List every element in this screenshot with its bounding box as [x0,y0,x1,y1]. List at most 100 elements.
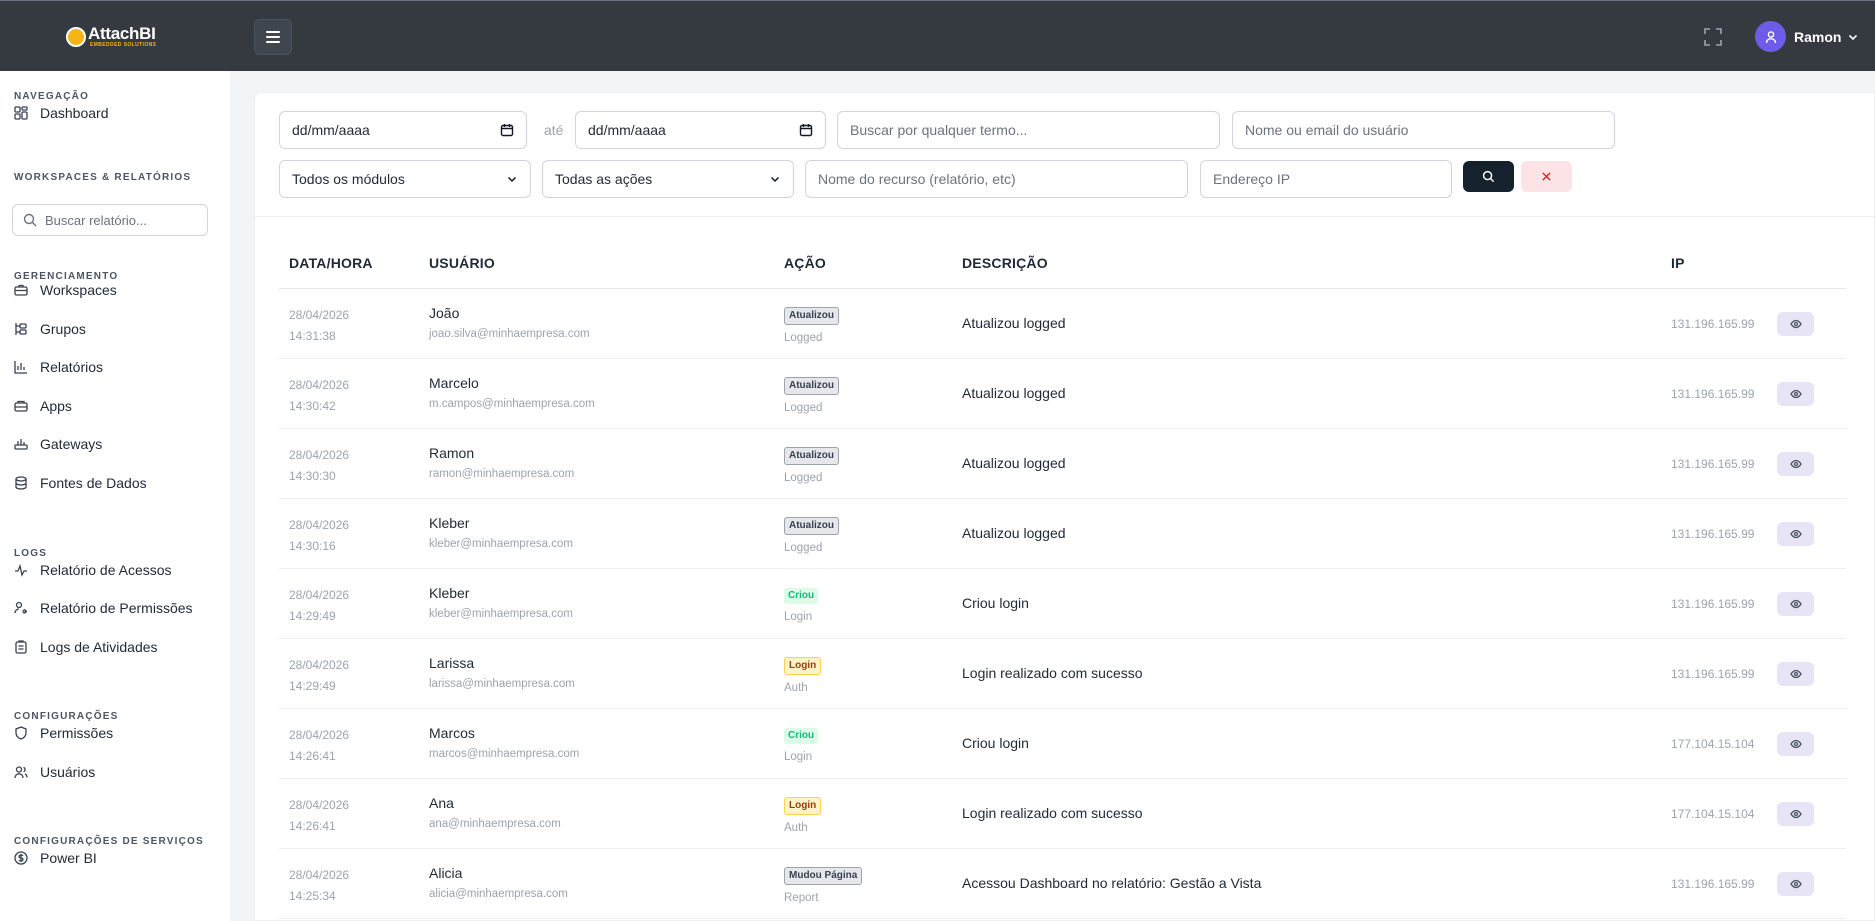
sidebar-item-logs-de-atividades[interactable]: Logs de Atividades [14,639,158,655]
cell-description: Atualizou logged [962,525,1066,541]
sidebar-item-workspaces[interactable]: Workspaces [14,282,117,298]
calendar-icon[interactable] [500,123,514,137]
action-select[interactable]: Todas as ações [542,160,794,198]
sidebar-item-power-bi[interactable]: Power BI [14,850,97,866]
sidebar-item-dashboard[interactable]: Dashboard [14,105,109,121]
view-details-button[interactable] [1777,732,1814,756]
ip-search-input[interactable] [1213,171,1439,187]
chevron-down-icon [770,176,780,183]
sidebar-item-gateways[interactable]: Gateways [14,436,102,452]
user-email: larissa@minhaempresa.com [429,678,575,690]
action-module: Logged [784,402,823,414]
cell-user: João joao.silva@minhaempresa.com [429,303,590,345]
date-text: 28/04/2026 [289,308,350,322]
column-header-user[interactable]: USUÁRIO [429,255,495,271]
cell-ip: 177.104.15.104 [1671,807,1755,821]
calendar-icon[interactable] [799,123,813,137]
column-header-date[interactable]: DATA/HORA [289,255,373,271]
view-details-button[interactable] [1777,592,1814,616]
sidebar-item-label: Power BI [40,850,97,866]
view-details-button[interactable] [1777,452,1814,476]
sidebar-item-usuarios[interactable]: Usuários [14,764,95,780]
user-search-input[interactable] [1245,122,1602,138]
user-search-field[interactable] [1232,111,1615,149]
action-badge: Login [784,797,822,815]
sidebar: NAVEGAÇÃO Dashboard WORKSPACES & RELATÓR… [0,71,230,921]
sidebar-item-label: Permissões [40,725,114,741]
user-email: marcos@minhaempresa.com [429,748,580,760]
sidebar-item-grupos[interactable]: Grupos [14,321,86,337]
action-module: Logged [784,542,823,554]
date-from-value: dd/mm/aaaa [292,122,370,138]
view-details-button[interactable] [1777,522,1814,546]
app-box-icon [14,400,28,412]
module-select[interactable]: Todos os módulos [279,160,531,198]
hierarchy-icon [15,323,27,335]
action-badge: Criou [784,728,819,744]
cell-user: Marcos marcos@minhaempresa.com [429,723,579,765]
view-details-button[interactable] [1777,662,1814,686]
cell-action: Login Auth [784,655,822,698]
cell-ip: 131.196.165.99 [1671,317,1755,331]
date-to-field[interactable]: dd/mm/aaaa [575,111,826,149]
cell-action: Login Auth [784,795,822,838]
table-row: 28/04/2026 14:30:16 Kleber kleber@minhaemp… [279,499,1846,569]
ip-search-field[interactable] [1200,160,1452,198]
sidebar-item-fontes-de-dados[interactable]: Fontes de Dados [14,475,147,491]
resource-search-input[interactable] [818,171,1175,187]
sidebar-item-apps[interactable]: Apps [14,398,72,414]
date-text: 28/04/2026 [289,588,350,602]
cell-ip: 131.196.165.99 [1671,877,1755,891]
clear-filters-button[interactable] [1521,161,1572,192]
module-select-value: Todos os módulos [292,171,405,187]
column-header-action[interactable]: AÇÃO [784,255,826,271]
view-details-button[interactable] [1777,312,1814,336]
column-header-description[interactable]: DESCRIÇÃO [962,255,1048,271]
brand-name: AttachBI [88,24,156,43]
cell-datetime: 28/04/2026 14:30:30 [289,445,349,487]
report-search-field[interactable] [12,204,208,236]
cell-datetime: 28/04/2026 14:29:49 [289,585,349,627]
user-key-icon [14,601,27,614]
activity-logs-card: dd/mm/aaaa até dd/mm/aaaa Todos os módul… [254,92,1875,921]
view-details-button[interactable] [1777,802,1814,826]
time-text: 14:26:41 [289,819,336,833]
report-search-input[interactable] [45,212,195,228]
column-header-ip[interactable]: IP [1671,255,1685,271]
user-email: ramon@minhaempresa.com [429,468,575,480]
sidebar-item-relatorio-de-permissoes[interactable]: Relatório de Permissões [14,600,193,616]
action-badge: Atualizou [784,517,839,535]
action-module: Auth [784,822,808,834]
cell-user: Marcelo m.campos@minhaempresa.com [429,373,595,415]
hamburger-icon[interactable] [254,19,292,55]
table-row: 28/04/2026 14:30:30 Ramon ramon@minhaempre… [279,429,1846,499]
view-details-button[interactable] [1777,382,1814,406]
sidebar-item-permissoes[interactable]: Permissões [14,725,113,741]
cell-ip: 131.196.165.99 [1671,667,1755,681]
dollar-circle-icon [14,851,28,865]
time-text: 14:31:38 [289,329,336,343]
time-text: 14:30:16 [289,539,336,553]
user-menu[interactable]: Ramon [1755,21,1859,52]
briefcase-icon [14,284,28,296]
term-search-input[interactable] [850,122,1207,138]
date-from-field[interactable]: dd/mm/aaaa [279,111,527,149]
section-title-workspaces-relatorios: WORKSPACES & RELATÓRIOS [14,172,192,183]
date-text: 28/04/2026 [289,448,350,462]
view-details-button[interactable] [1777,872,1814,896]
term-search-field[interactable] [837,111,1220,149]
fullscreen-icon[interactable] [1703,27,1723,47]
resource-search-field[interactable] [805,160,1188,198]
cell-datetime: 28/04/2026 14:26:41 [289,795,349,837]
sidebar-item-relatorio-de-acessos[interactable]: Relatório de Acessos [14,562,172,578]
search-button[interactable] [1463,161,1514,192]
cell-datetime: 28/04/2026 14:31:38 [289,305,349,347]
table-row: 28/04/2026 14:26:41 Ana ana@minhaempresa.c… [279,779,1846,849]
eye-icon [1789,739,1802,749]
sidebar-item-relatorios[interactable]: Relatórios [14,359,103,375]
section-title-logs: LOGS [14,548,48,559]
brand-logo[interactable]: AttachBI EMBEDDED SOLUTIONS [66,25,156,48]
cell-user: Larissa larissa@minhaempresa.com [429,653,575,695]
cell-ip: 177.104.15.104 [1671,737,1755,751]
cell-user: Ramon ramon@minhaempresa.com [429,443,574,485]
